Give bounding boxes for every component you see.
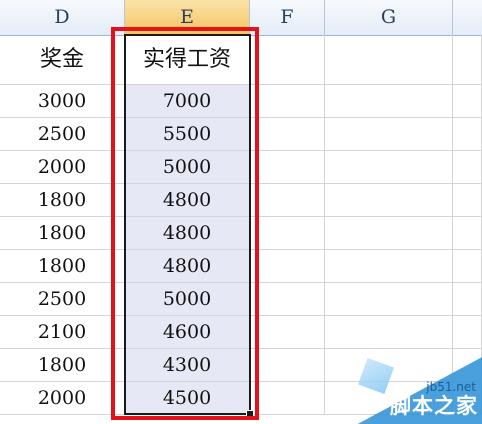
cell-h-row-4[interactable] — [453, 184, 482, 217]
cell-f-row-5[interactable] — [250, 217, 325, 250]
cell-g-row-6[interactable] — [325, 250, 453, 283]
cell-e-row-5[interactable]: 4800 — [125, 217, 250, 250]
cell-g-row-5[interactable] — [325, 217, 453, 250]
cell-e-row-10[interactable]: 4500 — [125, 382, 250, 415]
column-header-d[interactable]: D — [0, 0, 125, 35]
cell-e-row-4[interactable]: 4800 — [125, 184, 250, 217]
cell-f-header[interactable] — [250, 35, 325, 85]
cell-d-row-9[interactable]: 1800 — [0, 349, 125, 382]
cell-g-row-9[interactable] — [325, 349, 453, 382]
cell-d-row-3[interactable]: 2000 — [0, 151, 125, 184]
cell-h-row-7[interactable] — [453, 283, 482, 316]
column-header-row: D E F G — [0, 0, 482, 36]
cell-f-row-2[interactable] — [250, 118, 325, 151]
fill-handle[interactable] — [246, 410, 254, 418]
cell-h-row-6[interactable] — [453, 250, 482, 283]
cell-g-row-1[interactable] — [325, 85, 453, 118]
cell-h-row-2[interactable] — [453, 118, 482, 151]
column-header-e[interactable]: E — [125, 0, 250, 35]
cell-e-row-8[interactable]: 4600 — [125, 316, 250, 349]
cell-d-row-4[interactable]: 1800 — [0, 184, 125, 217]
spreadsheet-sheet: D E F G 奖金 实得工资 3000 7000 2500 5500 2000 5000 18… — [0, 0, 482, 424]
cell-h-row-1[interactable] — [453, 85, 482, 118]
column-header-h-partial[interactable] — [453, 0, 482, 35]
cell-d-row-5[interactable]: 1800 — [0, 217, 125, 250]
cell-e-row-2[interactable]: 5500 — [125, 118, 250, 151]
cell-f-row-10[interactable] — [250, 382, 325, 415]
column-header-f[interactable]: F — [250, 0, 325, 35]
cell-h-row-10[interactable] — [453, 382, 482, 415]
cell-f-row-1[interactable] — [250, 85, 325, 118]
cell-h-row-3[interactable] — [453, 151, 482, 184]
cell-e-header[interactable]: 实得工资 — [125, 35, 250, 85]
cell-g-row-7[interactable] — [325, 283, 453, 316]
cell-e-row-6[interactable]: 4800 — [125, 250, 250, 283]
cell-d-row-8[interactable]: 2100 — [0, 316, 125, 349]
cell-h-row-9[interactable] — [453, 349, 482, 382]
cell-d-row-6[interactable]: 1800 — [0, 250, 125, 283]
cell-g-row-2[interactable] — [325, 118, 453, 151]
cell-h-row-5[interactable] — [453, 217, 482, 250]
cell-g-row-8[interactable] — [325, 316, 453, 349]
cell-d-row-7[interactable]: 2500 — [0, 283, 125, 316]
cell-g-row-4[interactable] — [325, 184, 453, 217]
cell-e-row-9[interactable]: 4300 — [125, 349, 250, 382]
cell-g-row-10[interactable] — [325, 382, 453, 415]
cell-d-row-10[interactable]: 2000 — [0, 382, 125, 415]
cell-f-row-6[interactable] — [250, 250, 325, 283]
cell-d-header[interactable]: 奖金 — [0, 35, 125, 85]
cell-h-row-8[interactable] — [453, 316, 482, 349]
cell-f-row-4[interactable] — [250, 184, 325, 217]
cell-e-row-7[interactable]: 5000 — [125, 283, 250, 316]
cell-f-row-8[interactable] — [250, 316, 325, 349]
cell-f-row-9[interactable] — [250, 349, 325, 382]
cell-d-row-1[interactable]: 3000 — [0, 85, 125, 118]
cell-g-header[interactable] — [325, 35, 453, 85]
cell-g-row-3[interactable] — [325, 151, 453, 184]
cell-h-header[interactable] — [453, 35, 482, 85]
cell-e-row-3[interactable]: 5000 — [125, 151, 250, 184]
cell-f-row-7[interactable] — [250, 283, 325, 316]
column-header-g[interactable]: G — [325, 0, 453, 35]
cell-d-row-2[interactable]: 2500 — [0, 118, 125, 151]
cell-e-row-1[interactable]: 7000 — [125, 85, 250, 118]
cell-f-row-3[interactable] — [250, 151, 325, 184]
